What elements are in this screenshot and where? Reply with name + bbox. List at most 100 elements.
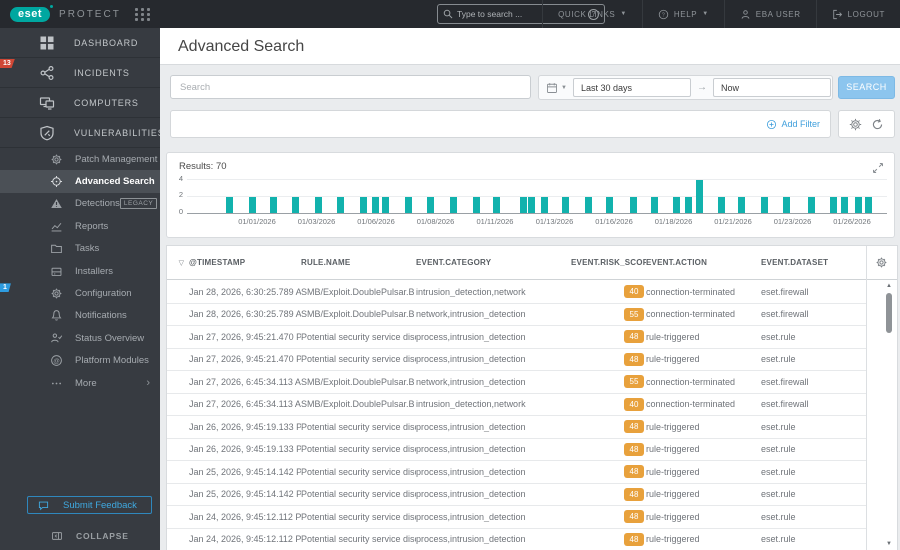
- cell-risk: 48: [571, 487, 646, 501]
- sidebar-item-label: VULNERABILITIES: [74, 127, 165, 138]
- column-header-rule-name[interactable]: RULE.NAME: [301, 258, 416, 267]
- sidebar-item-label: Advanced Search: [75, 176, 155, 188]
- cell-timestamp: Jan 28, 2026, 6:30:25.789 AM: [189, 309, 301, 320]
- sidebar-item-configuration[interactable]: 1 Configuration: [0, 282, 160, 304]
- table-row[interactable]: Jan 26, 2026, 9:45:19.133 PM Potential se…: [167, 416, 866, 439]
- cell-rule: Potential security service disco...: [301, 511, 416, 522]
- chevron-right-icon: ›: [146, 377, 150, 390]
- sidebar-item-incidents[interactable]: 13 INCIDENTS: [0, 58, 160, 88]
- logout-button[interactable]: LOGOUT: [815, 0, 900, 28]
- risk-score-badge: 48: [624, 330, 644, 344]
- status-overview-icon: [50, 332, 63, 345]
- table-row[interactable]: Jan 28, 2026, 6:30:25.789 AM SMB/Exploit.…: [167, 304, 866, 326]
- settings-gear-icon[interactable]: [849, 118, 862, 131]
- notifications-icon: [50, 309, 63, 322]
- risk-score-badge: 48: [624, 510, 644, 524]
- more-icon: [50, 377, 63, 390]
- topbar: eset PROTECT ? QUICK LINKS ▼ ? HELP ▼ EBA …: [0, 0, 900, 28]
- table-row[interactable]: Jan 26, 2026, 9:45:19.133 PM Potential se…: [167, 439, 866, 461]
- column-header-event-dataset[interactable]: EVENT.DATASET: [761, 258, 866, 267]
- sidebar-item-patch-management[interactable]: Patch Management: [0, 148, 160, 170]
- configuration-icon: [50, 287, 63, 300]
- submit-feedback-button[interactable]: Submit Feedback: [27, 496, 152, 514]
- sort-descending-icon[interactable]: ▽: [179, 259, 189, 267]
- apps-grid-icon[interactable]: [134, 7, 151, 21]
- results-value: 70: [215, 161, 227, 172]
- cell-dataset: eset.rule: [761, 354, 796, 365]
- scroll-down-icon[interactable]: ▼: [884, 541, 894, 547]
- search-icon: [443, 9, 453, 19]
- cell-dataset: eset.rule: [761, 511, 796, 522]
- chart-bar: [718, 196, 726, 213]
- table-header: ▽ @TIMESTAMP RULE.NAME EVENT.CATEGORY EVENT…: [167, 246, 897, 280]
- sidebar-item-vulnerabilities[interactable]: VULNERABILITIES: [0, 118, 164, 148]
- date-from-input[interactable]: [572, 78, 691, 97]
- cell-action: connection-terminated: [646, 286, 736, 297]
- table-row[interactable]: Jan 27, 2026, 9:45:21.470 PM Potential se…: [167, 349, 866, 371]
- cell-category: process,intrusion_detection: [416, 534, 526, 545]
- quick-links-menu[interactable]: QUICK LINKS ▼: [542, 0, 642, 28]
- sidebar-item-more[interactable]: More ›: [0, 372, 160, 394]
- logout-icon: [832, 9, 842, 19]
- cell-timestamp: Jan 25, 2026, 9:45:14.142 PM: [189, 466, 301, 477]
- table-row[interactable]: Jan 25, 2026, 9:45:14.142 PM Potential se…: [167, 461, 866, 484]
- column-header-event-category[interactable]: EVENT.CATEGORY: [416, 258, 571, 267]
- y-axis-tick: 4: [178, 173, 183, 183]
- sidebar-item-notifications[interactable]: Notifications: [0, 305, 160, 327]
- table-row[interactable]: Jan 27, 2026, 6:45:34.113 AM SMB/Exploit.…: [167, 371, 866, 394]
- cell-risk: 48: [571, 352, 646, 366]
- query-search-input[interactable]: [170, 75, 531, 99]
- sidebar-item-advanced-search[interactable]: Advanced Search: [0, 170, 160, 193]
- column-header--timestamp[interactable]: @TIMESTAMP: [189, 258, 301, 267]
- sidebar-item-dashboard[interactable]: DASHBOARD: [0, 28, 160, 58]
- detections-icon: [50, 197, 63, 210]
- cell-risk: 48: [571, 465, 646, 479]
- sidebar-item-platform-modules[interactable]: @ Platform Modules: [0, 350, 160, 372]
- table-row[interactable]: Jan 28, 2026, 6:30:25.789 AM SMB/Exploit.…: [167, 281, 866, 304]
- table-scrollbar: ▲ ▼: [884, 283, 894, 547]
- date-to-input[interactable]: [712, 78, 831, 97]
- chart-bar: [782, 196, 790, 213]
- notification-badge: 1: [0, 283, 11, 293]
- risk-score-badge: 55: [624, 307, 644, 321]
- table-row[interactable]: Jan 24, 2026, 9:45:12.112 PM Potential se…: [167, 506, 866, 529]
- sidebar-item-status-overview[interactable]: Status Overview: [0, 327, 160, 349]
- calendar-icon: [547, 82, 557, 93]
- add-filter-label: Add Filter: [781, 119, 820, 129]
- chat-bubble-icon: [38, 500, 49, 511]
- eset-logo[interactable]: eset: [10, 4, 54, 22]
- scrollbar-thumb[interactable]: [886, 293, 892, 333]
- add-filter-button[interactable]: Add Filter: [766, 119, 820, 130]
- cell-dataset: eset.firewall: [761, 376, 809, 387]
- user-menu[interactable]: EBA USER: [723, 0, 816, 28]
- sidebar-item-reports[interactable]: Reports: [0, 215, 160, 237]
- calendar-dropdown[interactable]: ▼: [546, 82, 567, 94]
- user-label: EBA USER: [755, 9, 801, 19]
- help-menu[interactable]: ? HELP ▼: [641, 0, 724, 28]
- table-row[interactable]: Jan 27, 2026, 6:45:34.113 AM SMB/Exploit.…: [167, 394, 866, 416]
- chart-bar: [225, 196, 233, 213]
- x-axis-tick: 01/11/2026: [476, 217, 514, 226]
- chart-bar: [561, 196, 569, 213]
- sidebar-item-computers[interactable]: COMPUTERS: [0, 88, 160, 118]
- table-settings-gear-icon[interactable]: [875, 256, 888, 269]
- cell-timestamp: Jan 26, 2026, 9:45:19.133 PM: [189, 421, 301, 432]
- collapse-button[interactable]: COLLAPSE: [0, 528, 160, 544]
- cell-rule: Potential security service disco...: [301, 534, 416, 545]
- column-header-event-action[interactable]: EVENT.ACTION: [646, 258, 761, 267]
- eset-logo-text: eset: [18, 7, 43, 20]
- sidebar-item-tasks[interactable]: Tasks: [0, 238, 160, 260]
- table-row[interactable]: Jan 27, 2026, 9:45:21.470 PM Potential se…: [167, 326, 866, 349]
- column-header-event-risk-score[interactable]: EVENT.RISK_SCORE: [571, 258, 646, 267]
- sidebar-item-installers[interactable]: Installers: [0, 260, 160, 282]
- search-button[interactable]: SEARCH: [838, 76, 895, 99]
- expand-icon[interactable]: [872, 161, 884, 173]
- table-row[interactable]: Jan 24, 2026, 9:45:12.112 PM Potential se…: [167, 529, 866, 550]
- table-row[interactable]: Jan 25, 2026, 9:45:14.142 PM Potential se…: [167, 484, 866, 506]
- refresh-icon[interactable]: [871, 118, 884, 131]
- cell-category: network,intrusion_detection: [416, 376, 526, 387]
- sidebar-item-detections[interactable]: Detections LEGACY: [0, 193, 160, 215]
- chart-bar: [315, 196, 323, 213]
- arrow-right-icon: →: [696, 82, 707, 93]
- scroll-up-icon[interactable]: ▲: [884, 283, 894, 289]
